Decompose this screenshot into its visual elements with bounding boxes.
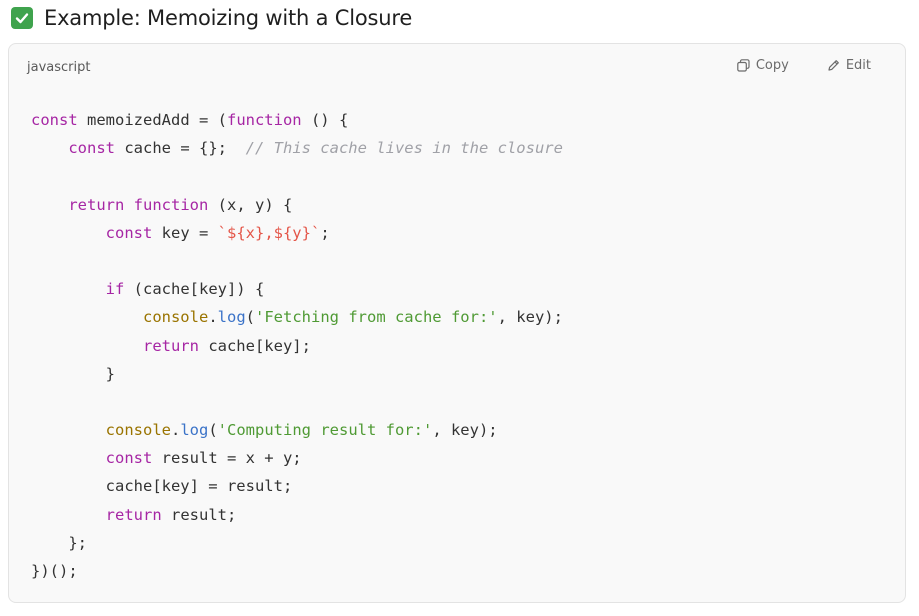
code-line: const memoizedAdd = (function () { — [31, 106, 563, 134]
code-content: const memoizedAdd = (function () { const… — [31, 106, 563, 585]
code-line: const result = x + y; — [31, 444, 563, 472]
code-block: javascript Copy Edit const memoizedAdd =… — [8, 43, 906, 603]
code-text: memoizedAdd = ( — [77, 111, 227, 129]
code-text: })(); — [31, 562, 78, 580]
code-toolbar: Copy Edit — [737, 58, 871, 73]
code-text: } — [31, 364, 115, 383]
code-text: (x, y) { — [208, 195, 293, 214]
code-line: return result; — [31, 501, 563, 529]
code-line: if (cache[key]) { — [31, 275, 563, 303]
object-name: console — [105, 421, 171, 440]
code-line: } — [31, 360, 563, 388]
keyword: const — [105, 449, 153, 468]
edit-button[interactable]: Edit — [827, 58, 871, 73]
edit-label: Edit — [845, 58, 871, 73]
keyword: return — [68, 195, 125, 214]
keyword: if — [105, 280, 125, 299]
function-name: log — [217, 308, 246, 327]
code-line: const key = `${x},${y}`; — [31, 219, 563, 247]
code-line: console.log('Fetching from cache for:', … — [31, 303, 563, 331]
code-text: result; — [161, 505, 237, 524]
code-line: return cache[key]; — [31, 332, 563, 360]
comment: // This cache lives in the closure — [245, 139, 563, 158]
keyword: const — [31, 111, 78, 129]
code-text: , key); — [497, 308, 563, 327]
code-text: }; — [31, 533, 87, 552]
heading-title: Example: Memoizing with a Closure — [44, 6, 413, 30]
code-text: (cache[key]) { — [124, 280, 265, 299]
section-heading: Example: Memoizing with a Closure — [11, 3, 412, 33]
code-language-label: javascript — [27, 60, 91, 75]
code-text: () { — [301, 111, 349, 129]
string-literal: 'Computing result for:' — [217, 421, 433, 440]
code-line: cache[key] = result; — [31, 472, 563, 500]
keyword: return — [105, 505, 162, 524]
edit-icon — [827, 59, 840, 72]
copy-button[interactable]: Copy — [737, 58, 789, 73]
code-text: . — [208, 308, 218, 327]
code-text: ( — [208, 421, 218, 440]
keyword: function — [133, 195, 209, 214]
check-mark-icon — [11, 7, 33, 29]
keyword: const — [105, 223, 153, 242]
keyword: const — [68, 139, 115, 158]
code-text: cache[key] = result; — [31, 477, 293, 496]
code-line: }; — [31, 529, 563, 557]
template-literal: `${x},${y}` — [217, 223, 321, 242]
code-line: console.log('Computing result for:', key… — [31, 416, 563, 444]
code-text: . — [170, 421, 181, 440]
code-text: ( — [245, 308, 255, 327]
keyword: function — [226, 111, 302, 129]
code-text: cache[key]; — [198, 336, 311, 355]
copy-icon — [737, 59, 750, 72]
code-line: return function (x, y) { — [31, 191, 563, 219]
string-literal: 'Fetching from cache for:' — [255, 308, 498, 327]
code-text: cache = {}; — [115, 139, 246, 158]
code-line: })(); — [31, 557, 563, 585]
object-name: console — [142, 308, 209, 327]
code-text: result = x + y; — [152, 449, 302, 468]
code-text: key = — [152, 223, 218, 242]
code-text: , key); — [432, 421, 498, 440]
code-line: const cache = {}; // This cache lives in… — [31, 134, 563, 162]
copy-label: Copy — [755, 58, 789, 73]
code-text: ; — [320, 223, 330, 242]
keyword: return — [142, 336, 199, 355]
function-name: log — [180, 421, 209, 440]
